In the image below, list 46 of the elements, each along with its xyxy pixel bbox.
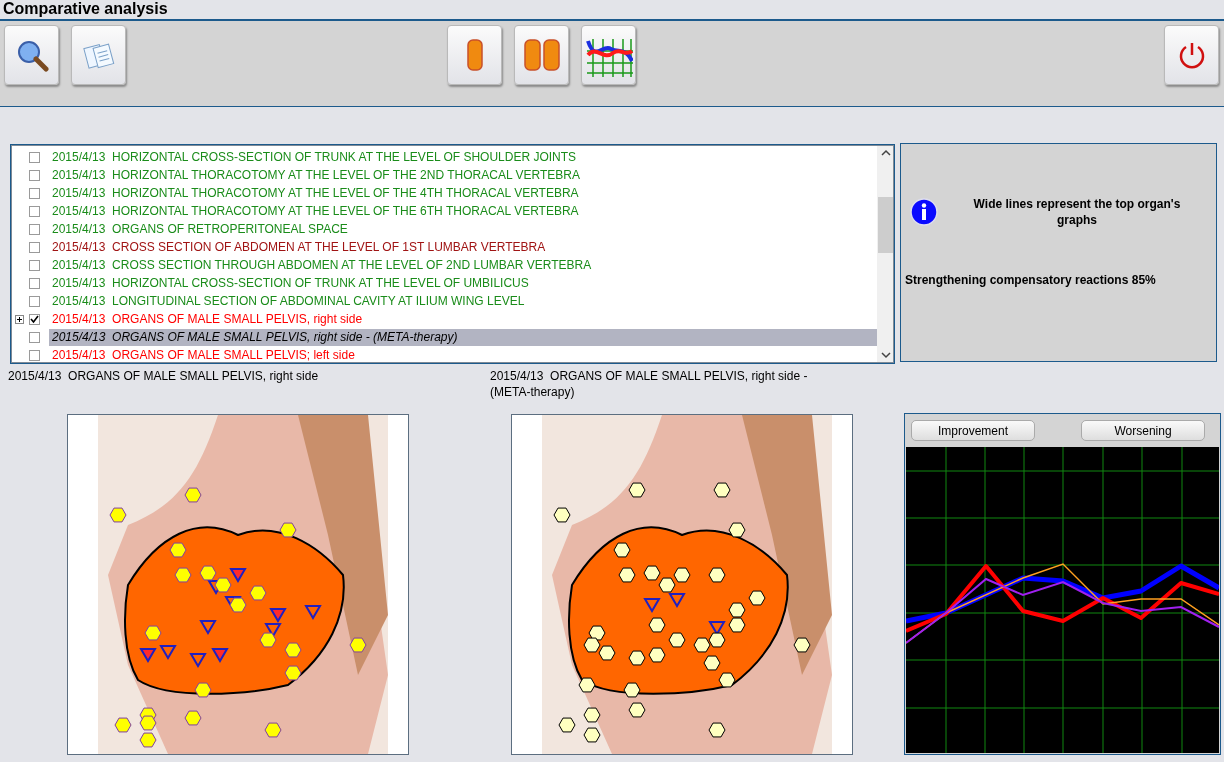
info-message: Wide lines represent the top organ's graphs	[972, 196, 1182, 228]
window-title: Comparative analysis	[0, 0, 1224, 21]
info-icon	[910, 198, 938, 226]
expand-icon[interactable]	[15, 314, 24, 324]
graph-button[interactable]	[581, 25, 636, 85]
graph-mode-button[interactable]: Improvement	[911, 420, 1035, 441]
capsule-icon	[466, 39, 483, 71]
record-item[interactable]: 2015/4/13 ORGANS OF MALE SMALL PELVIS, right side	[49, 310, 877, 328]
record-item[interactable]: 2015/4/13 ORGANS OF MALE SMALL PELVIS; left side	[49, 346, 877, 363]
image-caption: 2015/4/13 ORGANS OF MALE SMALL PELVIS, right side	[8, 368, 320, 385]
record-item[interactable]: 2015/4/13 LONGITUDINAL SECTION OF ABDOMINAL CAVITY AT ILIUM WING LEVEL	[49, 292, 877, 310]
graph-mode-button[interactable]: Worsening	[1081, 420, 1205, 441]
checkbox[interactable]	[29, 259, 40, 271]
search-button[interactable]	[4, 25, 59, 85]
image-caption: 2015/4/13 ORGANS OF MALE SMALL PELVIS, right side - (META-therapy)	[490, 368, 809, 401]
checkbox[interactable]	[29, 205, 40, 217]
record-item[interactable]: 2015/4/13 HORIZONTAL THORACOTOMY AT THE LEVEL OF THE 6TH THORACAL VERTEBRA	[49, 202, 877, 220]
documents-button[interactable]	[71, 25, 126, 85]
record-item[interactable]: 2015/4/13 CROSS SECTION OF ABDOMEN AT THE LEVEL OF 1ST LUMBAR VERTEBRA	[49, 238, 877, 256]
checkbox[interactable]	[29, 187, 40, 199]
record-item[interactable]: 2015/4/13 CROSS SECTION THROUGH ABDOMEN AT THE LEVEL OF 2ND LUMBAR VERTEBRA	[49, 256, 877, 274]
dual-view-button[interactable]	[514, 25, 569, 85]
checkbox[interactable]	[29, 313, 40, 325]
checkbox[interactable]	[29, 277, 40, 289]
scroll-down-icon[interactable]	[880, 351, 891, 359]
checkbox[interactable]	[29, 151, 40, 163]
scroll-up-icon[interactable]	[880, 149, 891, 157]
record-item[interactable]: 2015/4/13 ORGANS OF RETROPERITONEAL SPACE	[49, 220, 877, 238]
documents-icon	[81, 40, 116, 70]
single-view-button[interactable]	[447, 25, 502, 85]
scrollbar[interactable]	[877, 145, 894, 363]
power-button[interactable]	[1164, 25, 1219, 85]
record-item[interactable]: 2015/4/13 HORIZONTAL THORACOTOMY AT THE LEVEL OF THE 2ND THORACAL VERTEBRA	[49, 166, 877, 184]
scroll-thumb[interactable]	[878, 197, 893, 253]
checkbox[interactable]	[29, 223, 40, 235]
checkbox[interactable]	[29, 241, 40, 253]
checkbox[interactable]	[29, 331, 40, 343]
checkbox[interactable]	[29, 349, 40, 361]
record-item[interactable]: 2015/4/13 HORIZONTAL THORACOTOMY AT THE LEVEL OF THE 4TH THORACAL VERTEBRA	[49, 184, 877, 202]
capsules-icon	[523, 39, 560, 71]
summary-text: Strengthening compensatory reactions 85%	[905, 273, 1157, 287]
checkbox[interactable]	[29, 295, 40, 307]
record-item[interactable]: 2015/4/13 HORIZONTAL CROSS-SECTION OF TRUNK AT THE LEVEL OF UMBILICUS	[49, 274, 877, 292]
record-item[interactable]: 2015/4/13 HORIZONTAL CROSS-SECTION OF TRUNK AT THE LEVEL OF SHOULDER JOINTS	[49, 148, 877, 166]
record-item[interactable]: 2015/4/13 ORGANS OF MALE SMALL PELVIS, right side - (META-therapy)	[49, 328, 877, 346]
checkbox[interactable]	[29, 169, 40, 181]
